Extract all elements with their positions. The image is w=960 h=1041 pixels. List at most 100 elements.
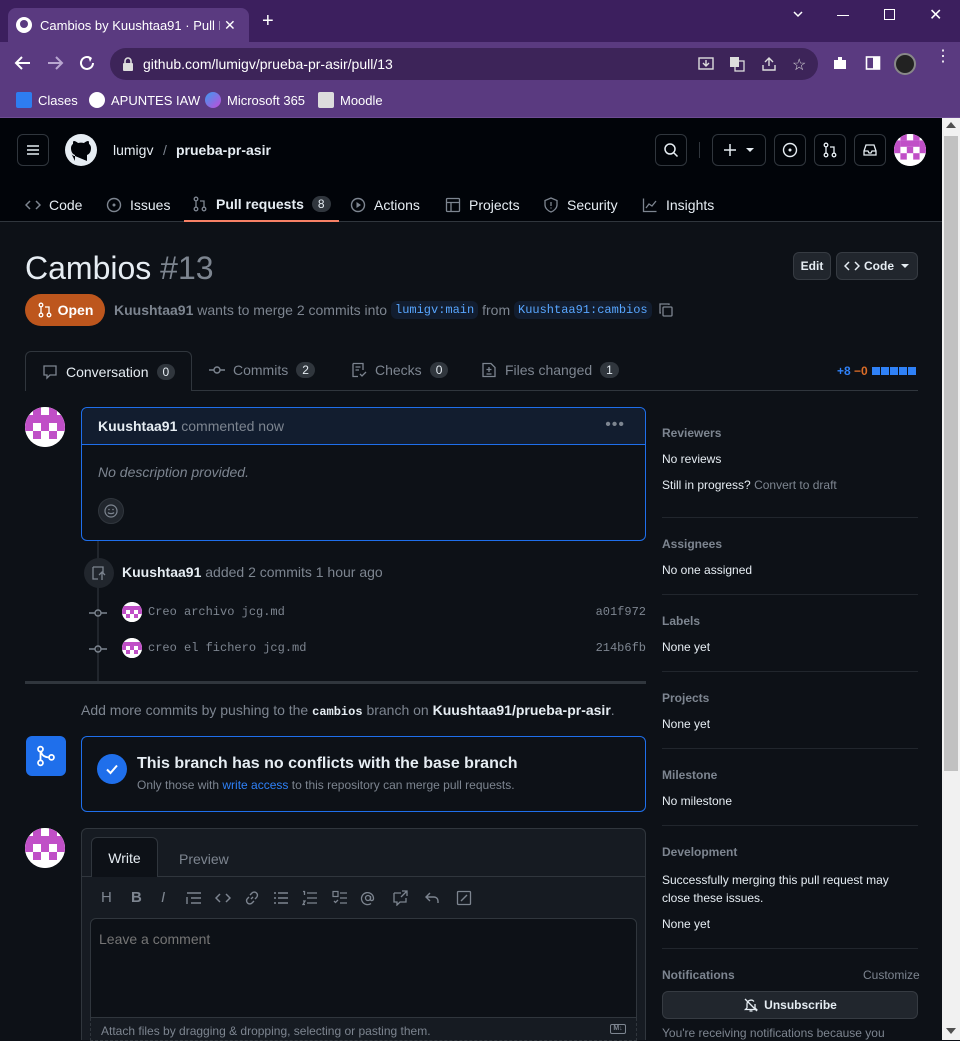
bookmark-apuntes-iaw[interactable]: APUNTES IAW	[89, 92, 200, 108]
cross-reference-icon[interactable]	[392, 890, 408, 906]
code-dropdown-button[interactable]: Code	[836, 252, 918, 280]
search-button[interactable]	[655, 134, 687, 166]
comment-author-avatar[interactable]	[25, 407, 65, 447]
user-avatar[interactable]	[894, 134, 926, 166]
reviewers-heading[interactable]: Reviewers	[662, 426, 721, 440]
markdown-icon[interactable]: M↓	[610, 1024, 626, 1034]
bookmark-microsoft-365[interactable]: Microsoft 365	[205, 92, 305, 108]
maximize-icon[interactable]	[884, 9, 895, 20]
side-panel-icon[interactable]	[865, 55, 881, 71]
browser-tab[interactable]: Cambios by Kuushtaa91 · Pull Re ✕	[8, 8, 249, 42]
nav-security[interactable]: Security	[543, 188, 618, 222]
nav-projects[interactable]: Projects	[445, 188, 520, 222]
customize-link[interactable]: Customize	[863, 968, 920, 982]
comment-author-link[interactable]: Kuushtaa91	[98, 418, 177, 434]
tab-checks[interactable]: Checks 0	[351, 362, 449, 378]
base-branch[interactable]: lumigv:main	[391, 301, 479, 319]
add-reaction-icon[interactable]	[98, 498, 124, 524]
url-text: github.com/lumigv/prueba-pr-asir/pull/13	[143, 56, 393, 72]
code-icon[interactable]	[215, 890, 231, 906]
back-icon[interactable]	[14, 54, 32, 72]
commit-message-link[interactable]: creo el fichero jcg.md	[148, 641, 306, 655]
tab-commits[interactable]: Commits 2	[209, 362, 315, 378]
tab-conversation[interactable]: Conversation 0	[25, 351, 192, 391]
tab-write[interactable]: Write	[91, 837, 158, 877]
link-icon[interactable]	[244, 890, 260, 906]
share-icon[interactable]	[761, 56, 777, 72]
scroll-down-arrow-icon[interactable]	[946, 1028, 956, 1034]
create-new-button[interactable]	[712, 134, 766, 166]
minimize-icon[interactable]	[837, 15, 849, 16]
inbox-button[interactable]	[854, 134, 886, 166]
comment-meta[interactable]: commented now	[181, 418, 284, 434]
milestone-heading[interactable]: Milestone	[662, 768, 717, 782]
mention-icon[interactable]	[360, 890, 376, 906]
scroll-up-arrow-icon[interactable]	[946, 122, 956, 128]
nav-issues[interactable]: Issues	[106, 188, 170, 222]
comment-body: No description provided.	[98, 464, 249, 480]
push-hint-repo-link[interactable]: Kuushtaa91/prueba-pr-asir	[433, 702, 611, 718]
commit-author-avatar[interactable]	[122, 602, 142, 622]
repo-name-link[interactable]: prueba-pr-asir	[176, 142, 271, 158]
translate-icon[interactable]	[729, 56, 745, 72]
bookmark-star-icon[interactable]: ☆	[792, 55, 806, 75]
edit-title-button[interactable]: Edit	[793, 252, 831, 280]
tab-files-changed[interactable]: Files changed 1	[481, 362, 619, 378]
pr-title-text: Cambios	[25, 250, 152, 286]
unsubscribe-button[interactable]: Unsubscribe	[662, 991, 918, 1019]
nav-insights[interactable]: Insights	[642, 188, 714, 222]
quote-icon[interactable]	[186, 890, 202, 906]
commit-message-link[interactable]: Creo archivo jcg.md	[148, 605, 285, 619]
attach-files-bar[interactable]: Attach files by dragging & dropping, sel…	[90, 1018, 637, 1041]
unordered-list-icon[interactable]	[273, 890, 289, 906]
bookmark-clases[interactable]: Clases	[16, 92, 78, 108]
bookmark-moodle[interactable]: Moodle	[318, 92, 383, 108]
address-bar[interactable]: github.com/lumigv/prueba-pr-asir/pull/13…	[110, 48, 818, 80]
bold-icon[interactable]: B	[131, 889, 142, 906]
ordered-list-icon[interactable]	[302, 890, 318, 906]
commits-time[interactable]: 1 hour ago	[316, 564, 383, 580]
assignees-heading[interactable]: Assignees	[662, 537, 722, 551]
slash-command-icon[interactable]	[456, 890, 472, 906]
commits-author-link[interactable]: Kuushtaa91	[122, 564, 201, 580]
github-logo-icon[interactable]	[65, 134, 97, 166]
comment-textarea[interactable]	[90, 918, 637, 1018]
tasklist-icon[interactable]	[332, 890, 348, 906]
heading-icon[interactable]: H	[101, 889, 112, 906]
scrollbar-thumb[interactable]	[944, 136, 958, 771]
projects-heading[interactable]: Projects	[662, 691, 709, 705]
commit-sha-link[interactable]: a01f972	[596, 605, 646, 619]
pr-author-link[interactable]: Kuushtaa91	[114, 302, 193, 318]
copy-icon[interactable]	[658, 302, 674, 318]
comment-options-icon[interactable]: •••	[605, 416, 625, 434]
tab-search-icon[interactable]	[792, 8, 804, 20]
forward-icon[interactable]	[46, 54, 64, 72]
labels-heading[interactable]: Labels	[662, 614, 700, 628]
reply-icon[interactable]	[424, 890, 440, 906]
pull-requests-button[interactable]	[814, 134, 846, 166]
close-window-icon[interactable]: ✕	[929, 5, 942, 25]
head-branch[interactable]: Kuushtaa91:cambios	[514, 301, 652, 319]
italic-icon[interactable]: I	[161, 889, 165, 906]
browser-menu-icon[interactable]: ⋮	[935, 49, 951, 65]
new-tab-icon[interactable]: +	[262, 11, 274, 31]
install-app-icon[interactable]	[698, 56, 714, 72]
nav-code[interactable]: Code	[25, 188, 82, 222]
current-user-avatar[interactable]	[25, 828, 65, 868]
profile-avatar[interactable]	[894, 53, 916, 75]
tab-preview[interactable]: Preview	[179, 851, 229, 867]
menu-button[interactable]	[17, 134, 49, 166]
nav-pull-requests[interactable]: Pull requests 8	[184, 188, 339, 222]
convert-to-draft-link[interactable]: Convert to draft	[754, 478, 837, 492]
issues-button[interactable]	[774, 134, 806, 166]
nav-actions[interactable]: Actions	[350, 188, 420, 222]
extensions-icon[interactable]	[832, 55, 848, 71]
write-access-link[interactable]: write access	[222, 778, 288, 792]
commit-sha-link[interactable]: 214b6fb	[596, 641, 646, 655]
reload-icon[interactable]	[78, 54, 96, 72]
editor-toolbar: H B I	[82, 877, 645, 917]
repo-owner-link[interactable]: lumigv	[113, 142, 153, 158]
commit-author-avatar[interactable]	[122, 638, 142, 658]
close-tab-icon[interactable]: ✕	[224, 17, 236, 34]
development-heading[interactable]: Development	[662, 845, 737, 859]
